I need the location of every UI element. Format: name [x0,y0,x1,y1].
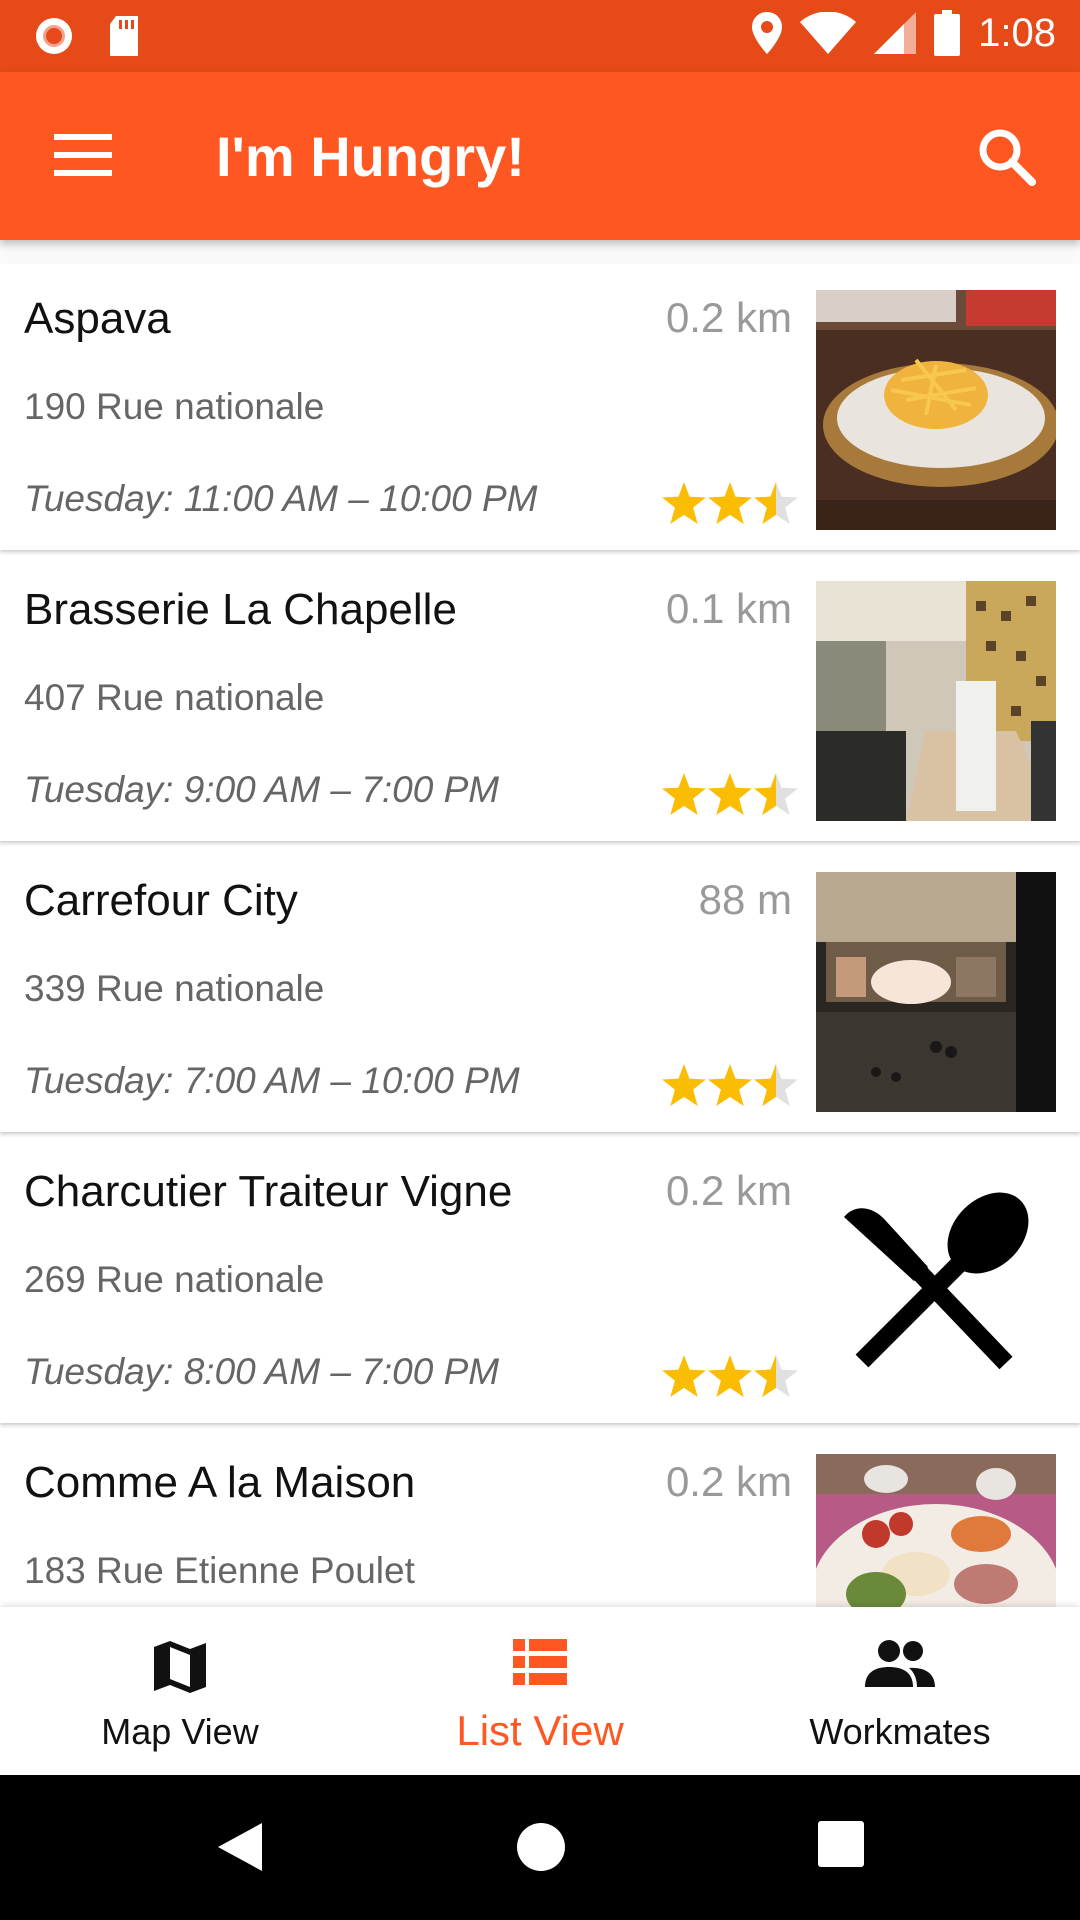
restaurant-hours: Tuesday: 7:00 AM – 10:00 PM [24,1060,520,1101]
signal-icon [874,12,917,54]
app-bar: I'm Hungry! [0,72,1080,240]
nav-label: Workmates [809,1711,991,1752]
wifi-icon [800,12,857,54]
restaurant-distance: 0.1 km [665,585,792,632]
star-full-icon [662,1355,706,1397]
restaurant-address: 339 Rue nationale [24,968,325,1009]
star-half-icon [754,1064,798,1106]
restaurant-name: Aspava [24,294,171,343]
star-half-icon [754,1355,798,1397]
knife-spoon-icon [816,1163,1056,1403]
recents-icon[interactable] [818,1821,864,1867]
bottom-navigation: Map View List View Workmates [0,1607,1080,1775]
system-navigation-bar [0,1775,1080,1920]
nav-label: List View [456,1707,624,1754]
charcuterie-plate-photo [816,1454,1056,1607]
restaurant-list[interactable]: Aspava 0.2 km 190 Rue nationale Tuesday:… [0,262,1080,1607]
restaurant-name: Comme A la Maison [24,1458,416,1507]
restaurant-name: Charcutier Traiteur Vigne [24,1167,513,1216]
restaurant-distance: 0.2 km [665,294,792,341]
star-half-icon [754,773,798,815]
restaurant-distance: 0.2 km [665,1458,792,1505]
sd-card-icon [110,16,138,56]
restaurant-hours: Tuesday: 8:00 AM – 7:00 PM [24,1351,500,1392]
store-night-photo [816,872,1056,1112]
restaurant-card[interactable]: Brasserie La Chapelle 0.1 km 407 Rue nat… [0,555,1080,841]
star-full-icon [662,1064,706,1106]
rating-stars [662,482,798,524]
star-full-icon [708,1355,752,1397]
rating-stars [662,773,798,815]
battery-icon [934,10,961,56]
star-full-icon [708,482,752,524]
restaurant-card[interactable]: Comme A la Maison 0.2 km 183 Rue Etienne… [0,1428,1080,1607]
status-bar: 1:08 [0,0,1080,72]
menu-icon[interactable] [54,132,112,178]
nav-workmates[interactable]: Workmates [720,1607,1080,1775]
back-icon[interactable] [216,1821,264,1873]
fries-kebab-photo [816,290,1056,530]
nav-map-view[interactable]: Map View [0,1607,360,1775]
app-title: I'm Hungry! [216,125,525,188]
star-full-icon [662,773,706,815]
record-icon [36,18,72,54]
nav-label: Map View [101,1711,259,1752]
restaurant-hours: Tuesday: 9:00 AM – 7:00 PM [24,769,500,810]
status-time: 1:08 [978,10,1056,55]
brasserie-interior-photo [816,581,1056,821]
restaurant-name: Carrefour City [24,876,298,925]
star-full-icon [708,773,752,815]
restaurant-address: 190 Rue nationale [24,386,325,427]
location-icon [752,12,783,54]
star-half-icon [754,482,798,524]
list-icon [513,1639,567,1685]
restaurant-address: 183 Rue Etienne Poulet [24,1550,415,1591]
map-icon [154,1641,206,1693]
restaurant-distance: 88 m [698,876,792,923]
people-icon [865,1640,935,1687]
star-full-icon [662,482,706,524]
home-icon[interactable] [515,1821,567,1873]
restaurant-distance: 0.2 km [665,1167,792,1214]
nav-list-view[interactable]: List View [360,1607,720,1775]
restaurant-card[interactable]: Charcutier Traiteur Vigne 0.2 km 269 Rue… [0,1137,1080,1423]
star-full-icon [708,1064,752,1106]
restaurant-address: 407 Rue nationale [24,677,325,718]
restaurant-card[interactable]: Aspava 0.2 km 190 Rue nationale Tuesday:… [0,264,1080,550]
restaurant-card[interactable]: Carrefour City 88 m 339 Rue nationale Tu… [0,846,1080,1132]
rating-stars [662,1064,798,1106]
restaurant-hours: Tuesday: 11:00 AM – 10:00 PM [24,478,538,519]
search-icon[interactable] [976,126,1038,188]
restaurant-name: Brasserie La Chapelle [24,585,457,634]
rating-stars [662,1355,798,1397]
restaurant-address: 269 Rue nationale [24,1259,325,1300]
